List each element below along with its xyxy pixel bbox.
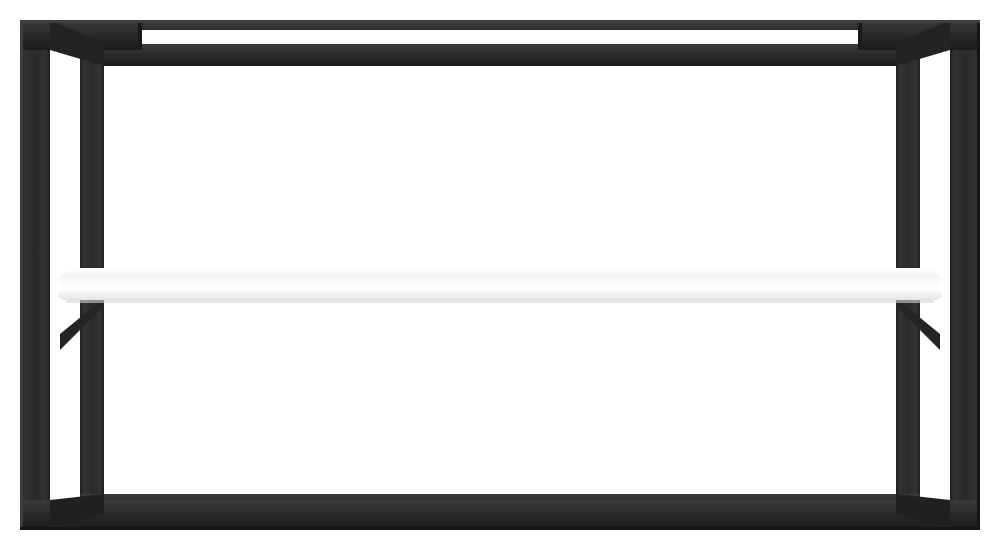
front-bottom-rail bbox=[20, 500, 980, 530]
front-right-post bbox=[950, 20, 980, 530]
front-left-post bbox=[20, 20, 50, 530]
shelf-illustration bbox=[0, 0, 1000, 541]
front-bottom-rail-shadow bbox=[20, 527, 980, 530]
notch-face-right bbox=[858, 20, 862, 50]
shelf-undershadow bbox=[66, 300, 934, 303]
product-image bbox=[0, 0, 1000, 541]
notch-face-left bbox=[138, 20, 142, 50]
shelf-top-surface bbox=[58, 268, 942, 278]
shelf-front-edge bbox=[58, 278, 942, 300]
front-top-rail-highlight bbox=[20, 20, 980, 23]
front-right-post-highlight bbox=[977, 20, 980, 530]
front-left-post-highlight bbox=[20, 20, 23, 530]
back-top-rail bbox=[82, 44, 918, 66]
